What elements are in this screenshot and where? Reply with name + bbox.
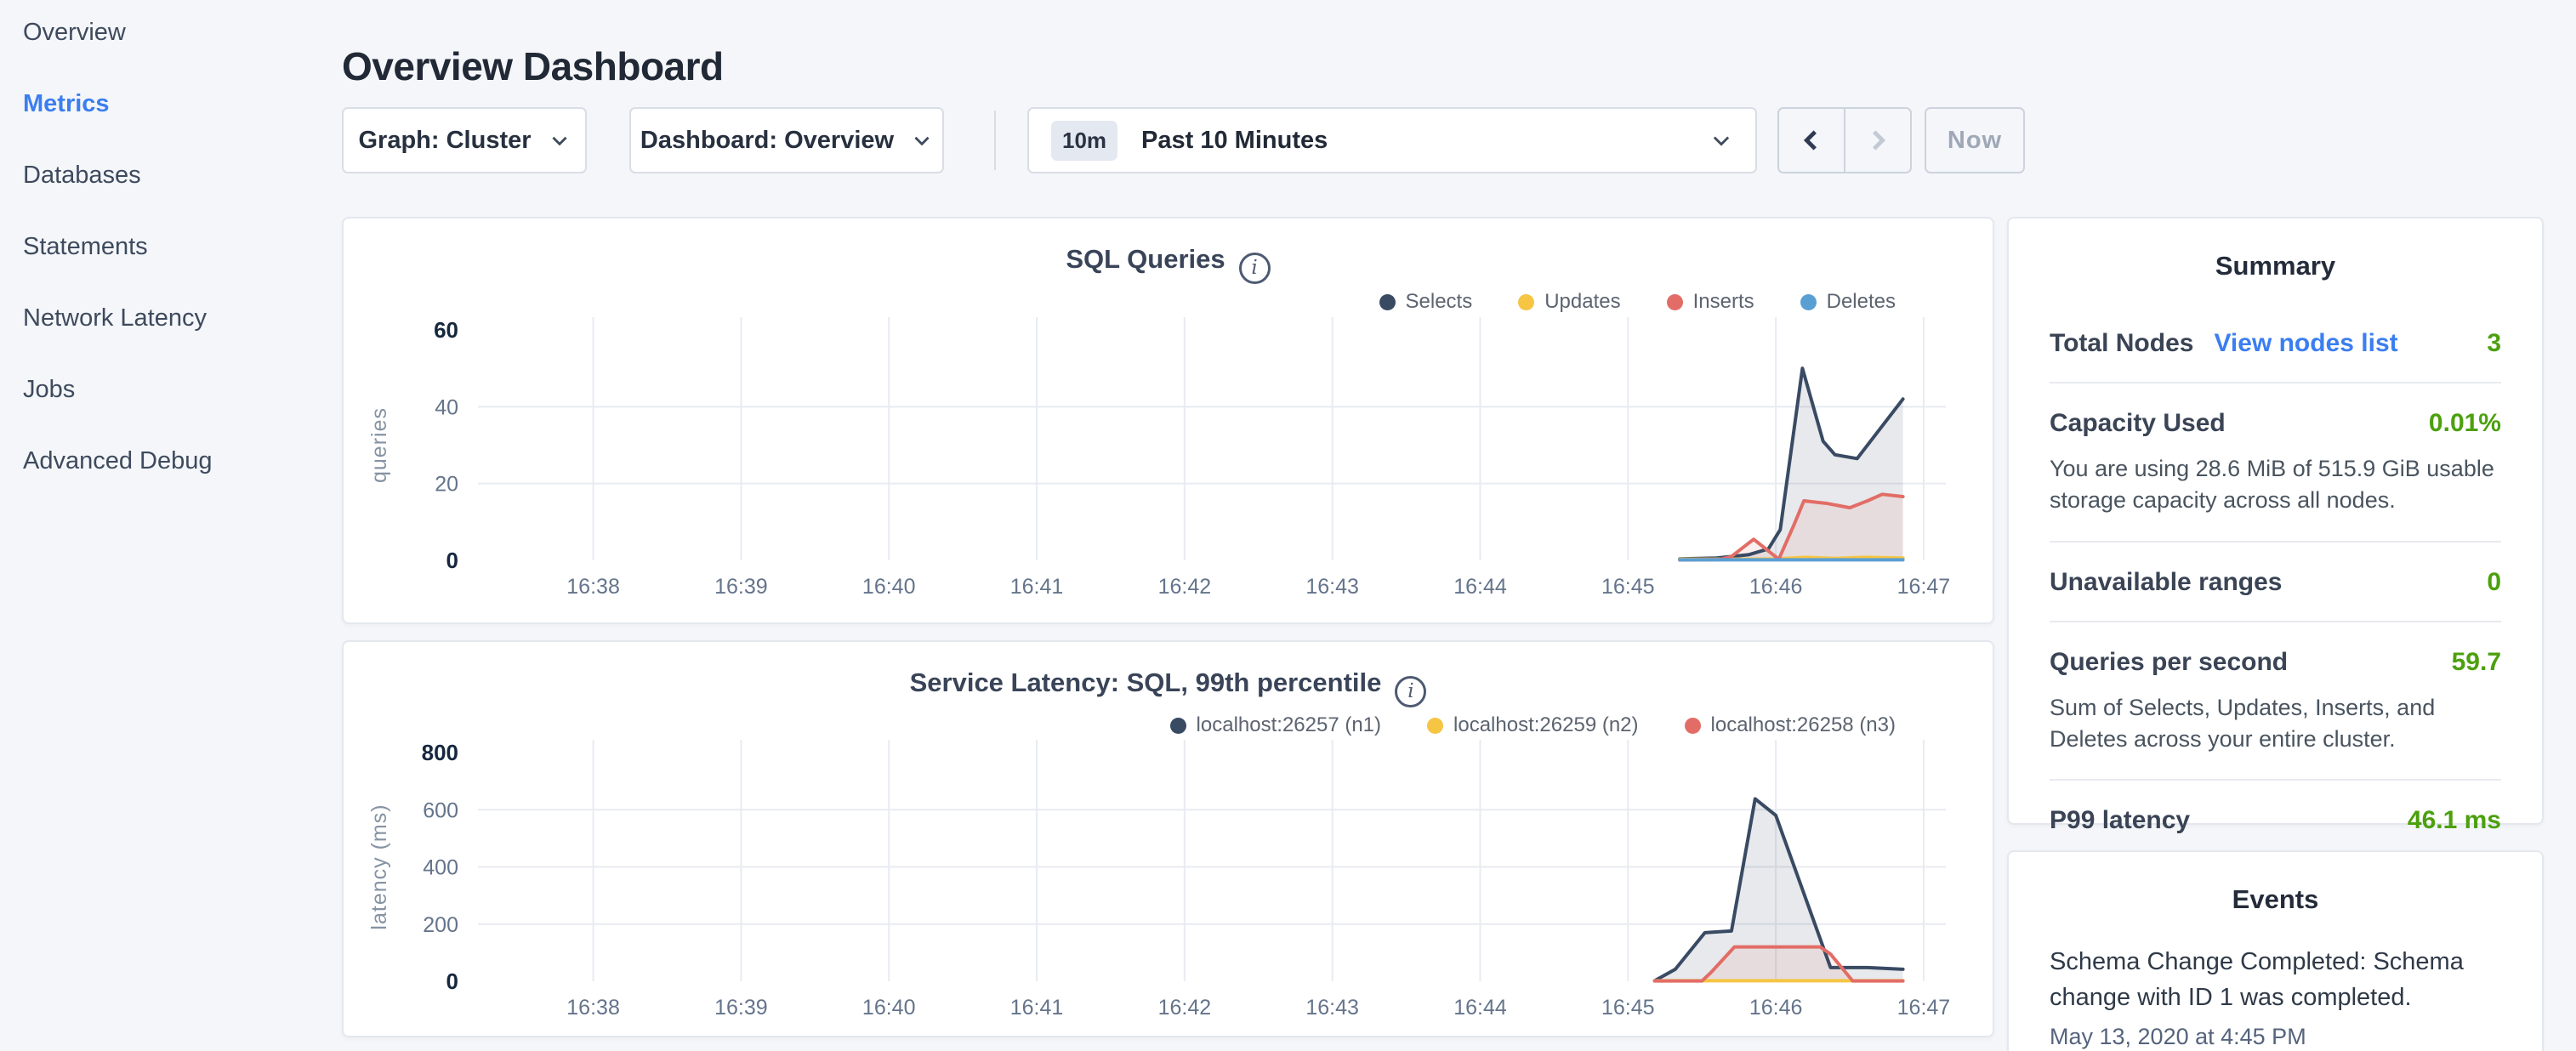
controls-divider [994, 111, 996, 170]
svg-text:600: 600 [423, 798, 458, 822]
summary-panel: Summary Total Nodes View nodes list 3 Ca… [2007, 217, 2544, 825]
svg-text:16:46: 16:46 [1749, 996, 1803, 1020]
overview-dashboard-page: Overview Metrics Databases Statements Ne… [0, 0, 2576, 1051]
sql-queries-chart-svg[interactable]: 16:38 16:39 16:40 16:41 16:42 16:43 16:44 16:45… [344, 219, 1993, 622]
sidebar-item-jobs[interactable]: Jobs [23, 376, 340, 404]
service-latency-chart-svg[interactable]: 16:38 16:39 16:40 16:41 16:42 16:43 16:44 16:45… [344, 642, 1993, 1036]
svg-text:0: 0 [446, 548, 458, 573]
summary-row-total-nodes: Total Nodes View nodes list 3 [2050, 304, 2501, 383]
svg-text:60: 60 [434, 317, 458, 343]
time-step-buttons [1777, 107, 1912, 173]
capacity-used-label: Capacity Used [2050, 409, 2226, 438]
svg-text:16:41: 16:41 [1010, 996, 1064, 1020]
qps-desc: Sum of Selects, Updates, Inserts, and De… [2050, 692, 2501, 756]
sidebar: Overview Metrics Databases Statements Ne… [0, 0, 340, 1051]
svg-text:16:40: 16:40 [862, 996, 916, 1020]
graph-scope-dropdown-label: Graph: Cluster [358, 127, 531, 155]
sidebar-item-metrics[interactable]: Metrics [23, 90, 340, 118]
service-latency-chart-card: Service Latency: SQL, 99th percentilei l… [342, 640, 1994, 1037]
time-range-badge: 10m [1051, 121, 1117, 161]
time-forward-button[interactable] [1844, 109, 1910, 172]
svg-text:40: 40 [435, 395, 458, 419]
capacity-used-desc: You are using 28.6 MiB of 515.9 GiB usab… [2050, 453, 2501, 517]
sidebar-item-network-latency[interactable]: Network Latency [23, 304, 340, 332]
svg-text:latency (ms): latency (ms) [367, 804, 391, 929]
summary-title: Summary [2009, 219, 2542, 281]
unavailable-ranges-value: 0 [2487, 568, 2501, 597]
chevron-left-icon [1797, 126, 1826, 155]
event-text: Schema Change Completed: Schema change w… [2050, 944, 2501, 1015]
svg-text:20: 20 [435, 473, 458, 497]
summary-row-qps: Queries per second 59.7 Sum of Selects, … [2050, 622, 2501, 781]
svg-text:16:43: 16:43 [1305, 575, 1359, 599]
svg-text:16:44: 16:44 [1453, 996, 1507, 1020]
svg-text:16:43: 16:43 [1305, 996, 1359, 1020]
events-panel: Events Schema Change Completed: Schema c… [2007, 850, 2544, 1051]
total-nodes-value: 3 [2487, 329, 2501, 358]
unavailable-ranges-label: Unavailable ranges [2050, 568, 2282, 597]
chevron-right-icon [1863, 126, 1892, 155]
svg-text:16:40: 16:40 [862, 575, 916, 599]
summary-row-capacity: Capacity Used 0.01% You are using 28.6 M… [2050, 383, 2501, 543]
svg-text:400: 400 [423, 856, 458, 880]
svg-text:16:39: 16:39 [714, 996, 768, 1020]
events-title: Events [2009, 852, 2542, 915]
view-nodes-list-link[interactable]: View nodes list [2214, 329, 2397, 358]
svg-text:16:45: 16:45 [1601, 575, 1655, 599]
svg-text:16:47: 16:47 [1897, 575, 1951, 599]
summary-rows: Total Nodes View nodes list 3 Capacity U… [2050, 304, 2501, 859]
p99-latency-label: P99 latency [2050, 806, 2190, 835]
now-button[interactable]: Now [1925, 107, 2025, 173]
dashboard-dropdown[interactable]: Dashboard: Overview [629, 107, 944, 173]
capacity-used-value: 0.01% [2429, 409, 2501, 438]
time-range-label: Past 10 Minutes [1141, 127, 1328, 155]
qps-value: 59.7 [2452, 648, 2501, 677]
page-title: Overview Dashboard [342, 43, 724, 89]
sidebar-item-statements[interactable]: Statements [23, 233, 340, 261]
svg-text:16:42: 16:42 [1158, 575, 1212, 599]
graph-scope-dropdown[interactable]: Graph: Cluster [342, 107, 587, 173]
summary-row-unavailable-ranges: Unavailable ranges 0 [2050, 543, 2501, 622]
svg-text:16:38: 16:38 [566, 575, 620, 599]
svg-text:16:45: 16:45 [1601, 996, 1655, 1020]
event-timestamp: May 13, 2020 at 4:45 PM [2050, 1024, 2501, 1050]
svg-text:200: 200 [423, 913, 458, 937]
event-item[interactable]: Schema Change Completed: Schema change w… [2050, 944, 2501, 1050]
svg-text:16:42: 16:42 [1158, 996, 1212, 1020]
svg-text:16:41: 16:41 [1010, 575, 1064, 599]
svg-text:queries: queries [367, 407, 391, 483]
dashboard-dropdown-label: Dashboard: Overview [640, 127, 894, 155]
qps-label: Queries per second [2050, 648, 2288, 677]
sidebar-item-advanced-debug[interactable]: Advanced Debug [23, 447, 340, 475]
sql-queries-chart-card: SQL Queriesi Selects Updates Inserts Del… [342, 217, 1994, 624]
chevron-down-icon [911, 129, 933, 151]
sidebar-item-databases[interactable]: Databases [23, 162, 340, 190]
svg-text:16:38: 16:38 [566, 996, 620, 1020]
svg-text:800: 800 [422, 740, 458, 765]
sidebar-item-overview[interactable]: Overview [23, 19, 340, 47]
svg-text:16:44: 16:44 [1453, 575, 1507, 599]
svg-text:16:39: 16:39 [714, 575, 768, 599]
p99-latency-value: 46.1 ms [2408, 806, 2501, 835]
time-range-dropdown[interactable]: 10m Past 10 Minutes [1027, 107, 1757, 173]
chevron-down-icon [549, 129, 571, 151]
svg-text:16:46: 16:46 [1749, 575, 1803, 599]
chevron-down-icon [1709, 128, 1733, 152]
summary-row-p99: P99 latency 46.1 ms [2050, 781, 2501, 859]
svg-text:16:47: 16:47 [1897, 996, 1951, 1020]
time-back-button[interactable] [1779, 109, 1844, 172]
svg-text:0: 0 [446, 969, 458, 994]
total-nodes-label: Total Nodes [2050, 329, 2193, 358]
